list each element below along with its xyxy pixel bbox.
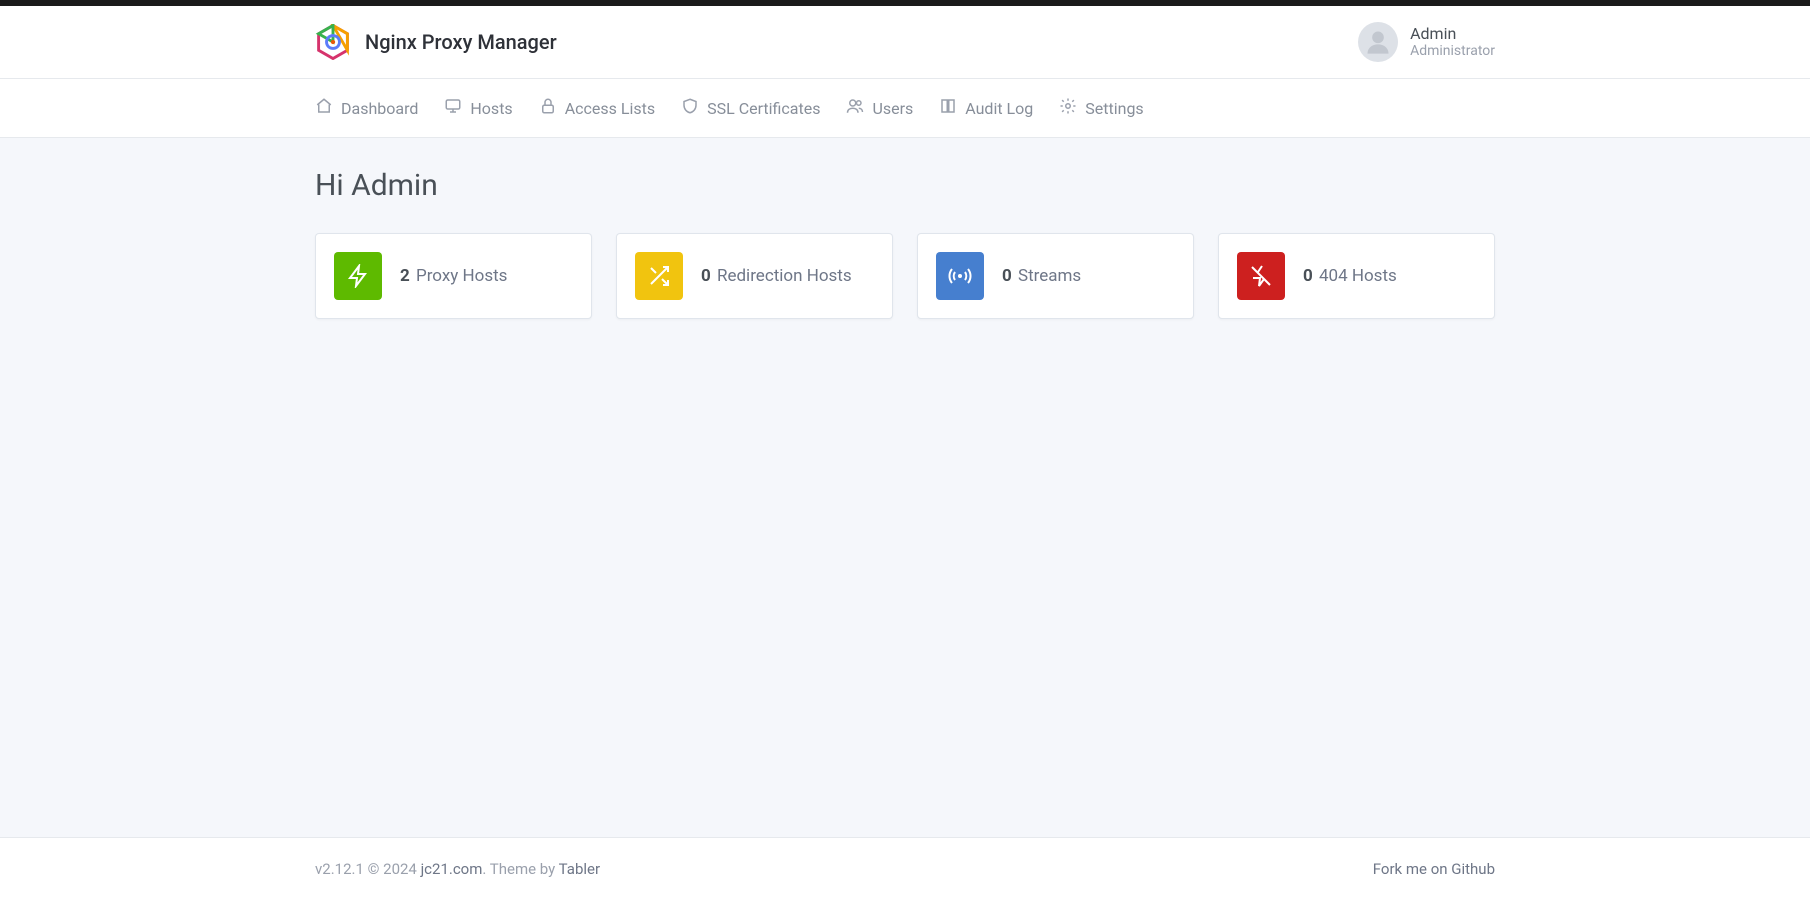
radio-icon bbox=[936, 252, 984, 300]
footer-left: v2.12.1 © 2024 jc21.com. Theme by Tabler bbox=[315, 860, 600, 878]
nav-label: Audit Log bbox=[965, 99, 1033, 118]
footer: v2.12.1 © 2024 jc21.com. Theme by Tabler… bbox=[0, 837, 1810, 900]
zap-icon bbox=[334, 252, 382, 300]
user-name: Admin bbox=[1410, 24, 1495, 43]
nav-ssl-certificates[interactable]: SSL Certificates bbox=[681, 79, 820, 137]
card-proxy-hosts[interactable]: 2 Proxy Hosts bbox=[315, 233, 592, 319]
nav-label: SSL Certificates bbox=[707, 99, 820, 118]
nav-label: Access Lists bbox=[565, 99, 655, 118]
main-nav: Dashboard Hosts Access Lists SSL Certifi… bbox=[0, 79, 1810, 138]
footer-theme-link[interactable]: Tabler bbox=[559, 860, 600, 878]
page-title: Hi Admin bbox=[315, 168, 1495, 203]
footer-fork-link[interactable]: Fork me on Github bbox=[1373, 860, 1495, 878]
zap-off-icon bbox=[1237, 252, 1285, 300]
gear-icon bbox=[1059, 97, 1077, 119]
card-count: 0 bbox=[1303, 266, 1313, 286]
footer-company-link[interactable]: jc21.com bbox=[421, 860, 483, 878]
nav-label: Dashboard bbox=[341, 99, 418, 118]
shuffle-icon bbox=[635, 252, 683, 300]
nav-settings[interactable]: Settings bbox=[1059, 79, 1143, 137]
card-label: Streams bbox=[1018, 266, 1081, 286]
footer-copyright-prefix: © 2024 bbox=[364, 860, 421, 878]
avatar-icon bbox=[1358, 22, 1398, 62]
nav-label: Hosts bbox=[470, 99, 512, 118]
card-count: 0 bbox=[1002, 266, 1012, 286]
user-menu[interactable]: Admin Administrator bbox=[1358, 22, 1495, 62]
card-label: Redirection Hosts bbox=[717, 266, 852, 286]
card-streams[interactable]: 0 Streams bbox=[917, 233, 1194, 319]
book-icon bbox=[939, 97, 957, 119]
card-label: 404 Hosts bbox=[1319, 266, 1397, 286]
nav-label: Users bbox=[872, 99, 913, 118]
brand[interactable]: Nginx Proxy Manager bbox=[315, 24, 557, 60]
card-404-hosts[interactable]: 0 404 Hosts bbox=[1218, 233, 1495, 319]
card-label: Proxy Hosts bbox=[416, 266, 507, 286]
lock-icon bbox=[539, 97, 557, 119]
content: Hi Admin 2 Proxy Hosts 0 Redirection Hos… bbox=[0, 138, 1810, 837]
card-redirection-hosts[interactable]: 0 Redirection Hosts bbox=[616, 233, 893, 319]
card-count: 0 bbox=[701, 266, 711, 286]
users-icon bbox=[846, 97, 864, 119]
nav-hosts[interactable]: Hosts bbox=[444, 79, 512, 137]
nav-label: Settings bbox=[1085, 99, 1143, 118]
nav-access-lists[interactable]: Access Lists bbox=[539, 79, 655, 137]
user-role: Administrator bbox=[1410, 43, 1495, 60]
footer-version: v2.12.1 bbox=[315, 860, 364, 878]
card-count: 2 bbox=[400, 266, 410, 286]
nav-users[interactable]: Users bbox=[846, 79, 913, 137]
footer-theme-prefix: . Theme by bbox=[482, 860, 558, 878]
monitor-icon bbox=[444, 97, 462, 119]
home-icon bbox=[315, 97, 333, 119]
app-logo-icon bbox=[315, 24, 351, 60]
nav-dashboard[interactable]: Dashboard bbox=[315, 79, 418, 137]
nav-audit-log[interactable]: Audit Log bbox=[939, 79, 1033, 137]
stats-row: 2 Proxy Hosts 0 Redirection Hosts 0 bbox=[315, 233, 1495, 319]
header: Nginx Proxy Manager Admin Administrator bbox=[0, 6, 1810, 79]
shield-icon bbox=[681, 97, 699, 119]
app-title: Nginx Proxy Manager bbox=[365, 30, 557, 54]
